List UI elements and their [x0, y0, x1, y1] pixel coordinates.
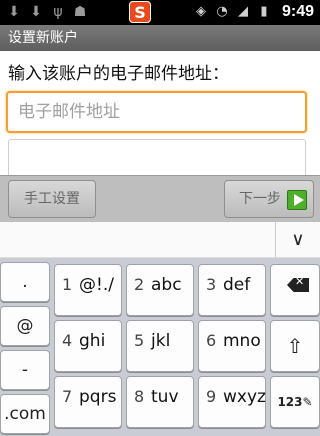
action-bar: 手工设置 下一步: [0, 175, 320, 222]
manual-setup-button[interactable]: 手工设置: [8, 180, 96, 218]
key-6[interactable]: 6 mno: [198, 320, 266, 372]
android-icon: ☗: [73, 4, 87, 20]
signal-icon: ◢: [238, 4, 248, 19]
key-9[interactable]: 9 wxyz: [198, 376, 266, 428]
battery-icon: ▮: [260, 4, 268, 19]
mode-switch-button[interactable]: 123✎: [270, 376, 320, 428]
usb-icon: ψ: [53, 4, 63, 20]
shift-icon[interactable]: ⇧: [270, 320, 320, 372]
key-4[interactable]: 4 ghi: [54, 320, 122, 372]
email-prompt: 输入该账户的电子邮件地址：: [8, 64, 229, 84]
key-at[interactable]: @: [0, 306, 50, 346]
sogou-input-icon: S: [129, 1, 151, 23]
page-title: 设置新账户: [8, 30, 78, 46]
clock: 9:49: [281, 3, 314, 20]
key-8[interactable]: 8 tuv: [126, 376, 194, 428]
status-bar: ⬇ ⬇ ψ ☗ S ◈ ◔ ◢ ▮ 9:49: [0, 0, 320, 25]
chevron-down-icon[interactable]: ∨: [275, 222, 320, 258]
title-bar: 设置新账户: [0, 25, 320, 51]
account-form: 输入该账户的电子邮件地址：: [0, 51, 320, 175]
download-icon: ⬇: [30, 4, 42, 20]
notification-icons: ⬇ ⬇ ψ ☗: [6, 3, 88, 21]
download-icon: ⬇: [8, 4, 20, 20]
backspace-icon[interactable]: [270, 264, 320, 316]
email-field[interactable]: [6, 91, 307, 133]
key-7[interactable]: 7 pqrs: [54, 376, 122, 428]
system-icons: ◈ ◔ ◢ ▮: [193, 3, 272, 21]
key-dot[interactable]: .: [0, 262, 50, 302]
next-button-label: 下一步: [239, 191, 281, 207]
key-2[interactable]: 2 abc: [126, 264, 194, 316]
key-1[interactable]: 1 @!./: [54, 264, 122, 316]
next-button[interactable]: 下一步: [224, 180, 314, 218]
key-dash[interactable]: -: [0, 350, 50, 390]
rotate-icon: ◈: [196, 4, 206, 19]
password-field[interactable]: [8, 139, 306, 175]
candidate-bar: ∨: [0, 222, 320, 258]
wifi-icon: ◔: [216, 4, 228, 19]
keyboard: . @ - .com 1 @!./ 2 abc 3 def 4 ghi 5 jk…: [0, 258, 320, 436]
key-3[interactable]: 3 def: [198, 264, 266, 316]
next-arrow-icon: [287, 190, 307, 210]
key-dotcom[interactable]: .com: [0, 394, 50, 434]
key-5[interactable]: 5 jkl: [126, 320, 194, 372]
